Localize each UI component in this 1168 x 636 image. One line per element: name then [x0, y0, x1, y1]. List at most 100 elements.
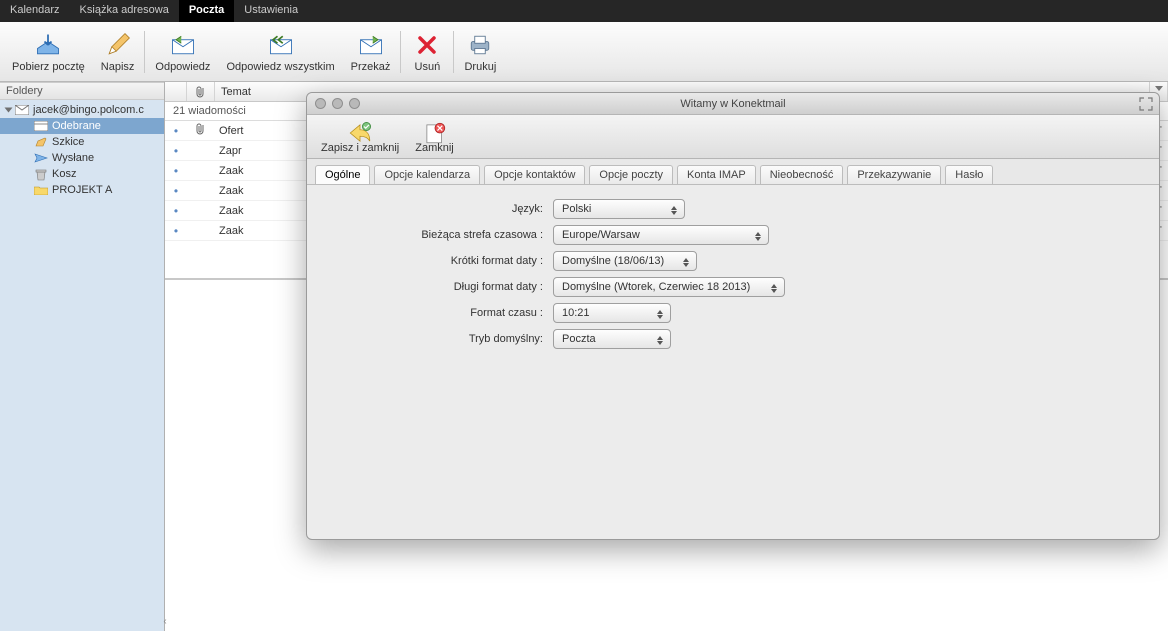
forward-icon	[357, 31, 385, 59]
settings-tab-3[interactable]: Opcje poczty	[589, 165, 673, 184]
select-value: Polski	[562, 203, 591, 215]
col-unread[interactable]	[165, 82, 187, 101]
settings-tab-5[interactable]: Nieobecność	[760, 165, 844, 184]
folder-tree: jacek@bingo.polcom.c Odebrane Szkice Wysłan…	[0, 100, 164, 200]
select-value: 10:21	[562, 307, 590, 319]
folder-label: Kosz	[52, 168, 76, 180]
select-dugiformatdaty[interactable]: Domyślne (Wtorek, Czerwiec 18 2013)	[553, 277, 785, 297]
app-tab-kalendarz[interactable]: Kalendarz	[0, 0, 70, 22]
select-formatczasu[interactable]: 10:21	[553, 303, 671, 323]
expand-icon[interactable]	[1139, 97, 1153, 111]
updown-icon	[654, 307, 666, 321]
updown-icon	[752, 229, 764, 243]
close-icon	[422, 120, 448, 142]
toolbar-label: Odpowiedz	[155, 61, 210, 73]
toolbar-separator	[453, 31, 454, 73]
settings-dialog: Witamy w Konektmail Zapisz i zamknij Zamk…	[306, 92, 1160, 540]
col-subject-label: Temat	[221, 86, 251, 98]
toolbar-forward-button[interactable]: Przekaż	[343, 29, 399, 75]
paperclip-icon	[196, 123, 206, 135]
select-value: Domyślne (18/06/13)	[562, 255, 664, 267]
folder-label: Odebrane	[52, 120, 101, 132]
folder-szkice[interactable]: Szkice	[0, 134, 164, 150]
toolbar-label: Odpowiedz wszystkim	[226, 61, 334, 73]
settings-tab-1[interactable]: Opcje kalendarza	[374, 165, 480, 184]
dialog-saveclose-button[interactable]: Zapisz i zamknij	[313, 118, 407, 156]
print-icon	[466, 31, 494, 59]
toolbar-compose-button[interactable]: Napisz	[93, 29, 143, 75]
saveclose-icon	[347, 120, 373, 142]
toolbar-label: Usuń	[415, 61, 441, 73]
settings-tab-2[interactable]: Opcje kontaktów	[484, 165, 585, 184]
folder-wysłane[interactable]: Wysłane	[0, 150, 164, 166]
account-label: jacek@bingo.polcom.c	[33, 104, 144, 116]
compose-icon	[104, 31, 132, 59]
dialog-toolbar-label: Zamknij	[415, 142, 454, 154]
form-label: Długi format daty :	[325, 281, 553, 293]
folder-label: PROJEKT A	[52, 184, 112, 196]
form-row: Tryb domyślny: Poczta	[325, 329, 1141, 349]
toolbar-delete-button[interactable]: Usuń	[403, 29, 451, 75]
dialog-panel: Język: Polski Bieżąca strefa czasowa : Euro…	[307, 184, 1159, 524]
toolbar-label: Pobierz pocztę	[12, 61, 85, 73]
dialog-titlebar[interactable]: Witamy w Konektmail	[307, 93, 1159, 115]
unread-dot-icon: •	[165, 164, 187, 178]
delete-icon	[413, 31, 441, 59]
toolbar-label: Drukuj	[464, 61, 496, 73]
toolbar-reply-button[interactable]: Odpowiedz	[147, 29, 218, 75]
select-value: Europe/Warsaw	[562, 229, 640, 241]
form-label: Krótki format daty :	[325, 255, 553, 267]
settings-tab-7[interactable]: Hasło	[945, 165, 993, 184]
toolbar-print-button[interactable]: Drukuj	[456, 29, 504, 75]
split-handle[interactable]: ‹	[162, 616, 168, 636]
app-tabs: KalendarzKsiążka adresowaPocztaUstawieni…	[0, 0, 1168, 22]
unread-dot-icon: •	[165, 144, 187, 158]
folder-label: Szkice	[52, 136, 84, 148]
app-tab-poczta[interactable]: Poczta	[179, 0, 234, 22]
trash-icon	[34, 169, 48, 179]
app-tab-książka adresowa[interactable]: Książka adresowa	[70, 0, 179, 22]
folder-projekt a[interactable]: PROJEKT A	[0, 182, 164, 198]
toolbar-replyall-button[interactable]: Odpowiedz wszystkim	[218, 29, 342, 75]
select-krtkiformatdaty[interactable]: Domyślne (18/06/13)	[553, 251, 697, 271]
toolbar-separator	[144, 31, 145, 73]
form-row: Język: Polski	[325, 199, 1141, 219]
draft-icon	[34, 137, 48, 147]
select-jzyk[interactable]: Polski	[553, 199, 685, 219]
select-value: Poczta	[562, 333, 596, 345]
select-value: Domyślne (Wtorek, Czerwiec 18 2013)	[562, 281, 750, 293]
sent-icon	[34, 153, 48, 163]
unread-dot-icon: •	[165, 184, 187, 198]
select-biecastrefaczasowa[interactable]: Europe/Warsaw	[553, 225, 769, 245]
folder-odebrane[interactable]: Odebrane	[0, 118, 164, 134]
col-attachment[interactable]	[187, 82, 215, 101]
folder-icon	[34, 185, 48, 195]
form-row: Krótki format daty : Domyślne (18/06/13)	[325, 251, 1141, 271]
toolbar-fetch-button[interactable]: Pobierz pocztę	[4, 29, 93, 75]
account-node[interactable]: jacek@bingo.polcom.c	[0, 102, 164, 118]
dialog-toolbar: Zapisz i zamknij Zamknij	[307, 115, 1159, 159]
unread-dot-icon: •	[165, 204, 187, 218]
form-row: Długi format daty : Domyślne (Wtorek, Cze…	[325, 277, 1141, 297]
form-row: Format czasu : 10:21	[325, 303, 1141, 323]
dialog-tabs: OgólneOpcje kalendarzaOpcje kontaktówOpc…	[307, 159, 1159, 184]
dialog-close-button[interactable]: Zamknij	[407, 118, 462, 156]
attachment-cell	[187, 123, 215, 138]
form-label: Bieżąca strefa czasowa :	[325, 229, 553, 241]
sidebar-header: Foldery	[0, 82, 164, 100]
toolbar-label: Przekaż	[351, 61, 391, 73]
main-toolbar: Pobierz pocztę Napisz Odpowiedz Odpowiedz w…	[0, 22, 1168, 82]
folder-kosz[interactable]: Kosz	[0, 166, 164, 182]
updown-icon	[668, 203, 680, 217]
settings-tab-4[interactable]: Konta IMAP	[677, 165, 756, 184]
disclosure-icon	[5, 108, 13, 113]
form-label: Tryb domyślny:	[325, 333, 553, 345]
updown-icon	[768, 281, 780, 295]
form-label: Język:	[325, 203, 553, 215]
replyall-icon	[267, 31, 295, 59]
form-label: Format czasu :	[325, 307, 553, 319]
app-tab-ustawienia[interactable]: Ustawienia	[234, 0, 308, 22]
settings-tab-0[interactable]: Ogólne	[315, 165, 370, 184]
settings-tab-6[interactable]: Przekazywanie	[847, 165, 941, 184]
select-trybdomylny[interactable]: Poczta	[553, 329, 671, 349]
